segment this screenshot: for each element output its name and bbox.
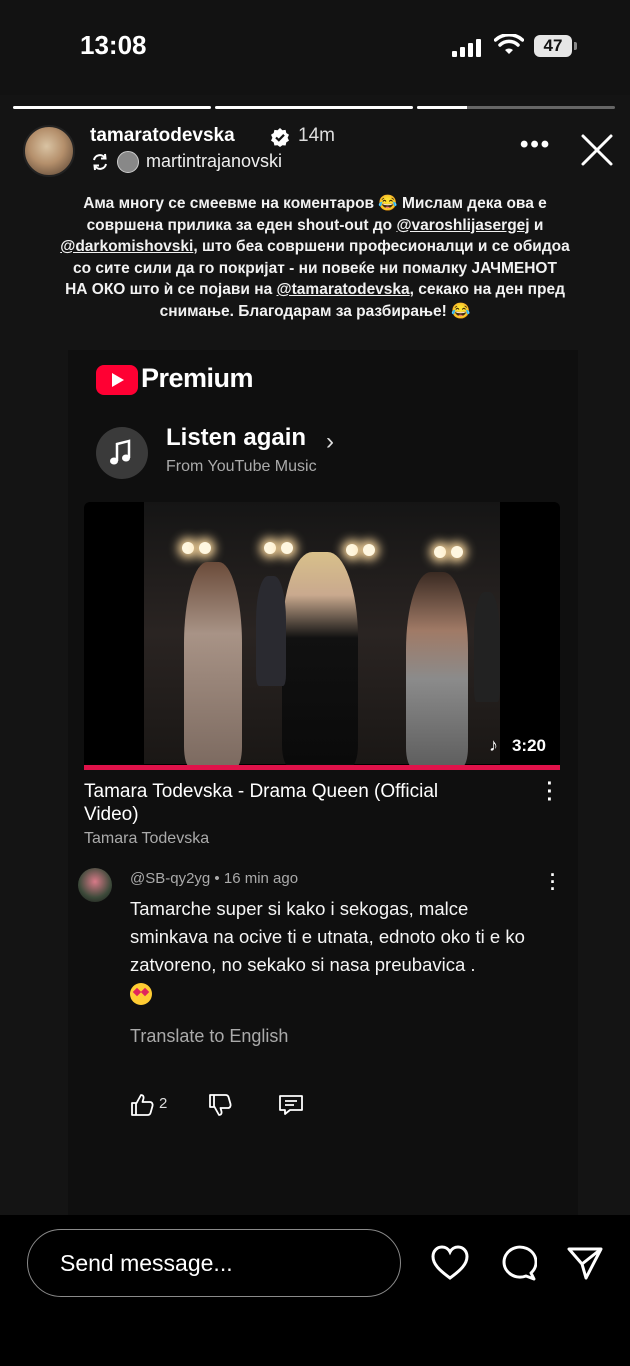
- source-label: From YouTube Music: [166, 458, 317, 475]
- heart-eyes-emoji-icon: [130, 983, 152, 1006]
- close-icon[interactable]: [580, 133, 614, 167]
- channel-name[interactable]: Tamara Todevska: [84, 830, 209, 848]
- youtube-screenshot-card[interactable]: Premium Listen again › From YouTube Musi…: [68, 350, 578, 1220]
- story-progress-bar: [13, 106, 211, 109]
- video-frame-image: [144, 502, 500, 767]
- mention-link[interactable]: @tamaratodevska: [277, 281, 410, 298]
- wifi-icon: [494, 34, 524, 54]
- battery-tip: [574, 42, 577, 50]
- comment-bubble-icon[interactable]: [499, 1245, 537, 1281]
- mention-link[interactable]: @darkomishovski: [60, 238, 193, 255]
- comment-body: Tamarche super si kako i sekogas, malce …: [130, 898, 525, 975]
- status-bar: 13:08 47: [0, 0, 630, 95]
- heart-icon[interactable]: [431, 1245, 469, 1281]
- battery-icon: 47: [534, 35, 572, 57]
- youtube-play-icon: [112, 373, 124, 387]
- story-progress-bars: [13, 106, 615, 109]
- story-username[interactable]: tamaratodevska: [90, 125, 235, 147]
- music-note-icon: ♪: [489, 735, 498, 755]
- story-progress-bar: [417, 106, 615, 109]
- video-thumbnail[interactable]: ♪ 3:20: [84, 502, 560, 770]
- thumbs-down-icon[interactable]: [208, 1093, 234, 1117]
- send-share-icon[interactable]: [566, 1245, 604, 1281]
- commenter-avatar[interactable]: [78, 868, 112, 902]
- send-message-input[interactable]: Send message...: [27, 1229, 401, 1297]
- send-message-placeholder: Send message...: [60, 1250, 233, 1276]
- thumbs-up-icon[interactable]: [130, 1093, 156, 1117]
- caption-text: и: [529, 216, 544, 234]
- listen-again-heading[interactable]: Listen again: [166, 424, 306, 452]
- repost-icon: [93, 153, 107, 171]
- comment-handle[interactable]: @SB-qy2yg • 16 min ago: [130, 870, 298, 887]
- music-note-icon: [96, 427, 148, 479]
- video-more-icon[interactable]: · · ·: [546, 774, 554, 810]
- comment-text: Tamarche super si kako i sekogas, malce …: [130, 895, 550, 1007]
- mention-link[interactable]: @varoshlijasergej: [396, 217, 529, 234]
- chevron-right-icon[interactable]: ›: [326, 428, 334, 456]
- story-caption: Ама многу се смеевме на коментаров 😂 Мис…: [60, 193, 570, 322]
- video-title[interactable]: Tamara Todevska - Drama Queen (Official …: [84, 780, 484, 826]
- status-time: 13:08: [80, 30, 147, 60]
- story-viewer[interactable]: tamaratodevska 14m martintrajanovski •••…: [0, 95, 630, 1220]
- collaborator-avatar[interactable]: [117, 151, 139, 173]
- message-bar: Send message...: [0, 1215, 630, 1366]
- avatar[interactable]: [23, 125, 75, 177]
- reply-comment-icon[interactable]: [278, 1093, 304, 1117]
- more-options-icon[interactable]: •••: [520, 131, 551, 159]
- translate-link[interactable]: Translate to English: [130, 1026, 288, 1047]
- collaborator-username[interactable]: martintrajanovski: [146, 151, 282, 172]
- story-progress-bar: [215, 106, 413, 109]
- video-duration: 3:20: [511, 736, 546, 755]
- cellular-signal-icon: [452, 39, 481, 57]
- story-time-ago: 14m: [298, 125, 335, 146]
- premium-brand: Premium: [141, 363, 254, 393]
- like-count: 2: [159, 1095, 168, 1112]
- verified-badge-icon: [271, 128, 289, 147]
- comment-more-icon[interactable]: · · ·: [550, 866, 556, 898]
- watched-progress-bar: [84, 765, 560, 770]
